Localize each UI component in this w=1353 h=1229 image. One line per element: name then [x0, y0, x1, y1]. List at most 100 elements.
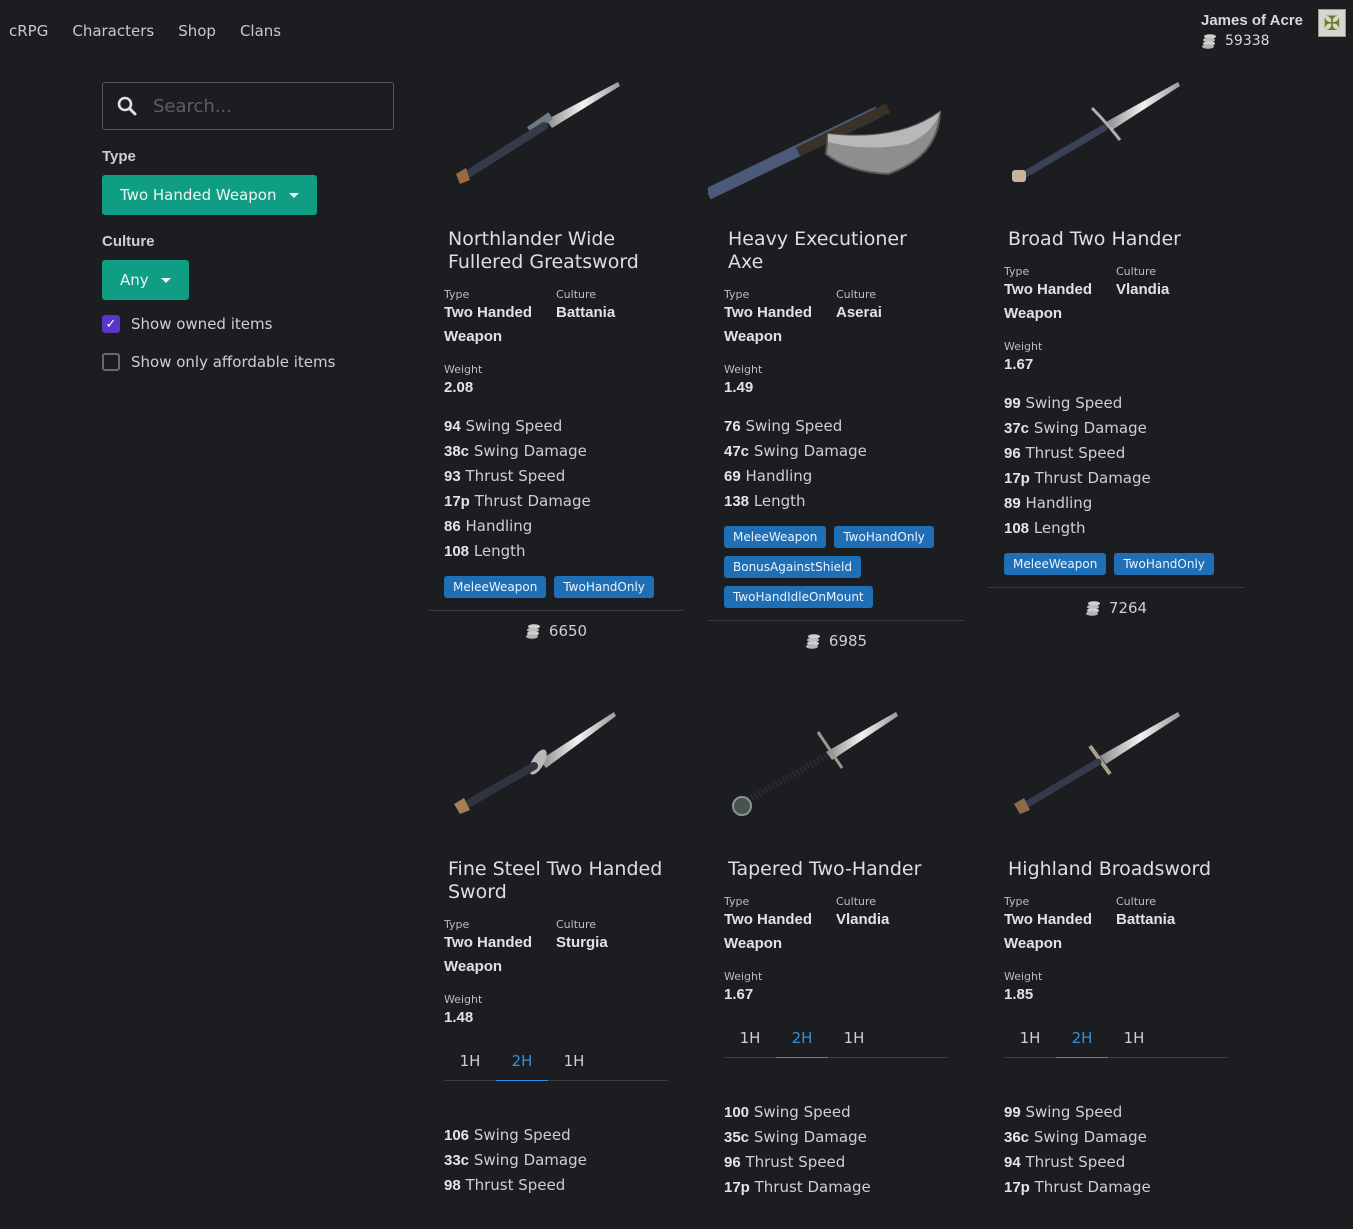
item-card[interactable]: Highland Broadsword Type Two Handed Weap…: [988, 712, 1244, 1200]
item-image: [708, 712, 964, 830]
tag-badge: TwoHandIdleOnMount: [724, 586, 873, 608]
stat-row: 17p Thrust Damage: [1004, 466, 1228, 491]
stat-label: Thrust Damage: [474, 492, 591, 510]
item-type: Two Handed Weapon: [1004, 278, 1116, 326]
tab-1h-alt[interactable]: 1H: [1108, 1029, 1160, 1057]
item-stats: 94 Swing Speed 38c Swing Damage 93 Thrus…: [444, 414, 668, 564]
stat-value: 86: [444, 518, 461, 535]
item-name: Tapered Two-Hander: [728, 858, 922, 880]
item-type: Two Handed Weapon: [1004, 908, 1116, 956]
item-tags: MeleeWeapon TwoHandOnly: [1004, 553, 1228, 575]
item-price: 6985: [828, 632, 868, 650]
item-weight: 1.85: [1004, 986, 1034, 1003]
nav-brand[interactable]: cRPG: [9, 22, 48, 40]
tab-1h[interactable]: 1H: [724, 1029, 776, 1057]
search-input[interactable]: [151, 94, 375, 118]
culture-label: Culture: [1116, 265, 1157, 278]
item-type-line2: Weapon: [1004, 305, 1063, 322]
stat-row: 138 Length: [724, 489, 948, 514]
item-card[interactable]: Broad Two Hander Type Two Handed Weapon …: [988, 82, 1244, 617]
tab-1h[interactable]: 1H: [1004, 1029, 1056, 1057]
tab-2h[interactable]: 2H: [1056, 1029, 1108, 1058]
stat-row: 96 Thrust Speed: [724, 1150, 948, 1175]
stat-label: Thrust Speed: [1025, 444, 1126, 462]
user-name[interactable]: James of Acre: [1201, 12, 1303, 29]
item-weight: 1.67: [1004, 356, 1034, 373]
stat-value: 98: [444, 1177, 461, 1194]
item-culture: Battania: [1116, 911, 1176, 928]
stat-label: Length: [753, 492, 806, 510]
tab-2h[interactable]: 2H: [496, 1052, 548, 1081]
item-card[interactable]: Tapered Two-Hander Type Two Handed Weapo…: [708, 712, 964, 1200]
item-weight: 2.08: [444, 379, 474, 396]
weight-label: Weight: [444, 363, 483, 376]
item-tags: MeleeWeapon TwoHandOnly: [444, 576, 668, 598]
show-owned-checkbox[interactable]: ✓: [102, 315, 120, 333]
type-label: Type: [1004, 265, 1030, 278]
buy-button[interactable]: 7264: [988, 587, 1244, 617]
item-weight: 1.49: [724, 379, 754, 396]
stat-value: 108: [444, 543, 470, 560]
item-culture: Vlandia: [1116, 281, 1170, 298]
stat-value: 35c: [724, 1129, 750, 1146]
stat-value: 89: [1004, 495, 1021, 512]
stat-label: Length: [473, 542, 526, 560]
search-box[interactable]: [102, 82, 394, 130]
culture-filter-label: Culture: [102, 233, 155, 250]
item-name: Northlander Wide Fullered Greatsword: [448, 228, 639, 273]
stat-label: Swing Speed: [753, 1103, 851, 1121]
avatar[interactable]: ✠: [1318, 9, 1346, 37]
stat-label: Thrust Damage: [1034, 1178, 1151, 1196]
type-label: Type: [444, 918, 470, 931]
stat-label: Swing Speed: [465, 417, 563, 435]
culture-label: Culture: [1116, 895, 1157, 908]
stat-label: Thrust Speed: [465, 1176, 566, 1194]
stat-value: 69: [724, 468, 741, 485]
tab-2h[interactable]: 2H: [776, 1029, 828, 1058]
item-type-line1: Two Handed: [444, 304, 533, 321]
stat-label: Swing Damage: [473, 1151, 587, 1169]
buy-button[interactable]: 6985: [708, 620, 964, 650]
type-dropdown-value: Two Handed Weapon: [120, 186, 277, 204]
item-stats: 106 Swing Speed 33c Swing Damage 98 Thru…: [444, 1123, 668, 1198]
item-card[interactable]: Heavy Executioner Axe Type Two Handed We…: [705, 82, 964, 650]
item-type: Two Handed Weapon: [444, 931, 556, 979]
item-image: [428, 712, 684, 830]
stat-row: 35c Swing Damage: [724, 1125, 948, 1150]
stat-label: Swing Damage: [1033, 1128, 1147, 1146]
stat-label: Swing Speed: [745, 417, 843, 435]
user-gold: 59338: [1201, 33, 1303, 49]
culture-label: Culture: [556, 918, 597, 931]
tab-1h-alt[interactable]: 1H: [548, 1052, 600, 1080]
stat-value: 37c: [1004, 420, 1030, 437]
show-affordable-label: Show only affordable items: [131, 353, 336, 371]
stat-label: Thrust Damage: [1034, 469, 1151, 487]
tab-1h[interactable]: 1H: [444, 1052, 496, 1080]
buy-button[interactable]: 6650: [428, 610, 684, 640]
type-dropdown[interactable]: Two Handed Weapon: [102, 175, 317, 215]
nav-shop[interactable]: Shop: [178, 22, 216, 40]
stat-value: 17p: [1004, 470, 1030, 487]
tag-badge: TwoHandOnly: [554, 576, 654, 598]
nav-characters[interactable]: Characters: [72, 22, 154, 40]
nav-clans[interactable]: Clans: [240, 22, 281, 40]
tab-1h-alt[interactable]: 1H: [828, 1029, 880, 1057]
weight-label: Weight: [724, 970, 763, 983]
item-card[interactable]: Northlander Wide Fullered Greatsword Typ…: [428, 82, 684, 640]
item-weight: 1.48: [444, 1009, 474, 1026]
show-owned-toggle[interactable]: ✓ Show owned items: [102, 310, 394, 338]
stat-value: 94: [1004, 1154, 1021, 1171]
stat-row: 33c Swing Damage: [444, 1148, 668, 1173]
stat-value: 93: [444, 468, 461, 485]
show-affordable-toggle[interactable]: Show only affordable items: [102, 348, 394, 376]
stat-label: Swing Damage: [1033, 419, 1147, 437]
weight-label: Weight: [444, 993, 483, 1006]
weight-label: Weight: [1004, 970, 1043, 983]
item-card[interactable]: Fine Steel Two Handed Sword Type Two Han…: [428, 712, 684, 1198]
item-type-line2: Weapon: [444, 958, 503, 975]
stat-label: Swing Damage: [473, 442, 587, 460]
stat-row: 17p Thrust Damage: [724, 1175, 948, 1200]
culture-dropdown[interactable]: Any: [102, 260, 189, 300]
show-affordable-checkbox[interactable]: [102, 353, 120, 371]
tag-badge: MeleeWeapon: [724, 526, 827, 548]
